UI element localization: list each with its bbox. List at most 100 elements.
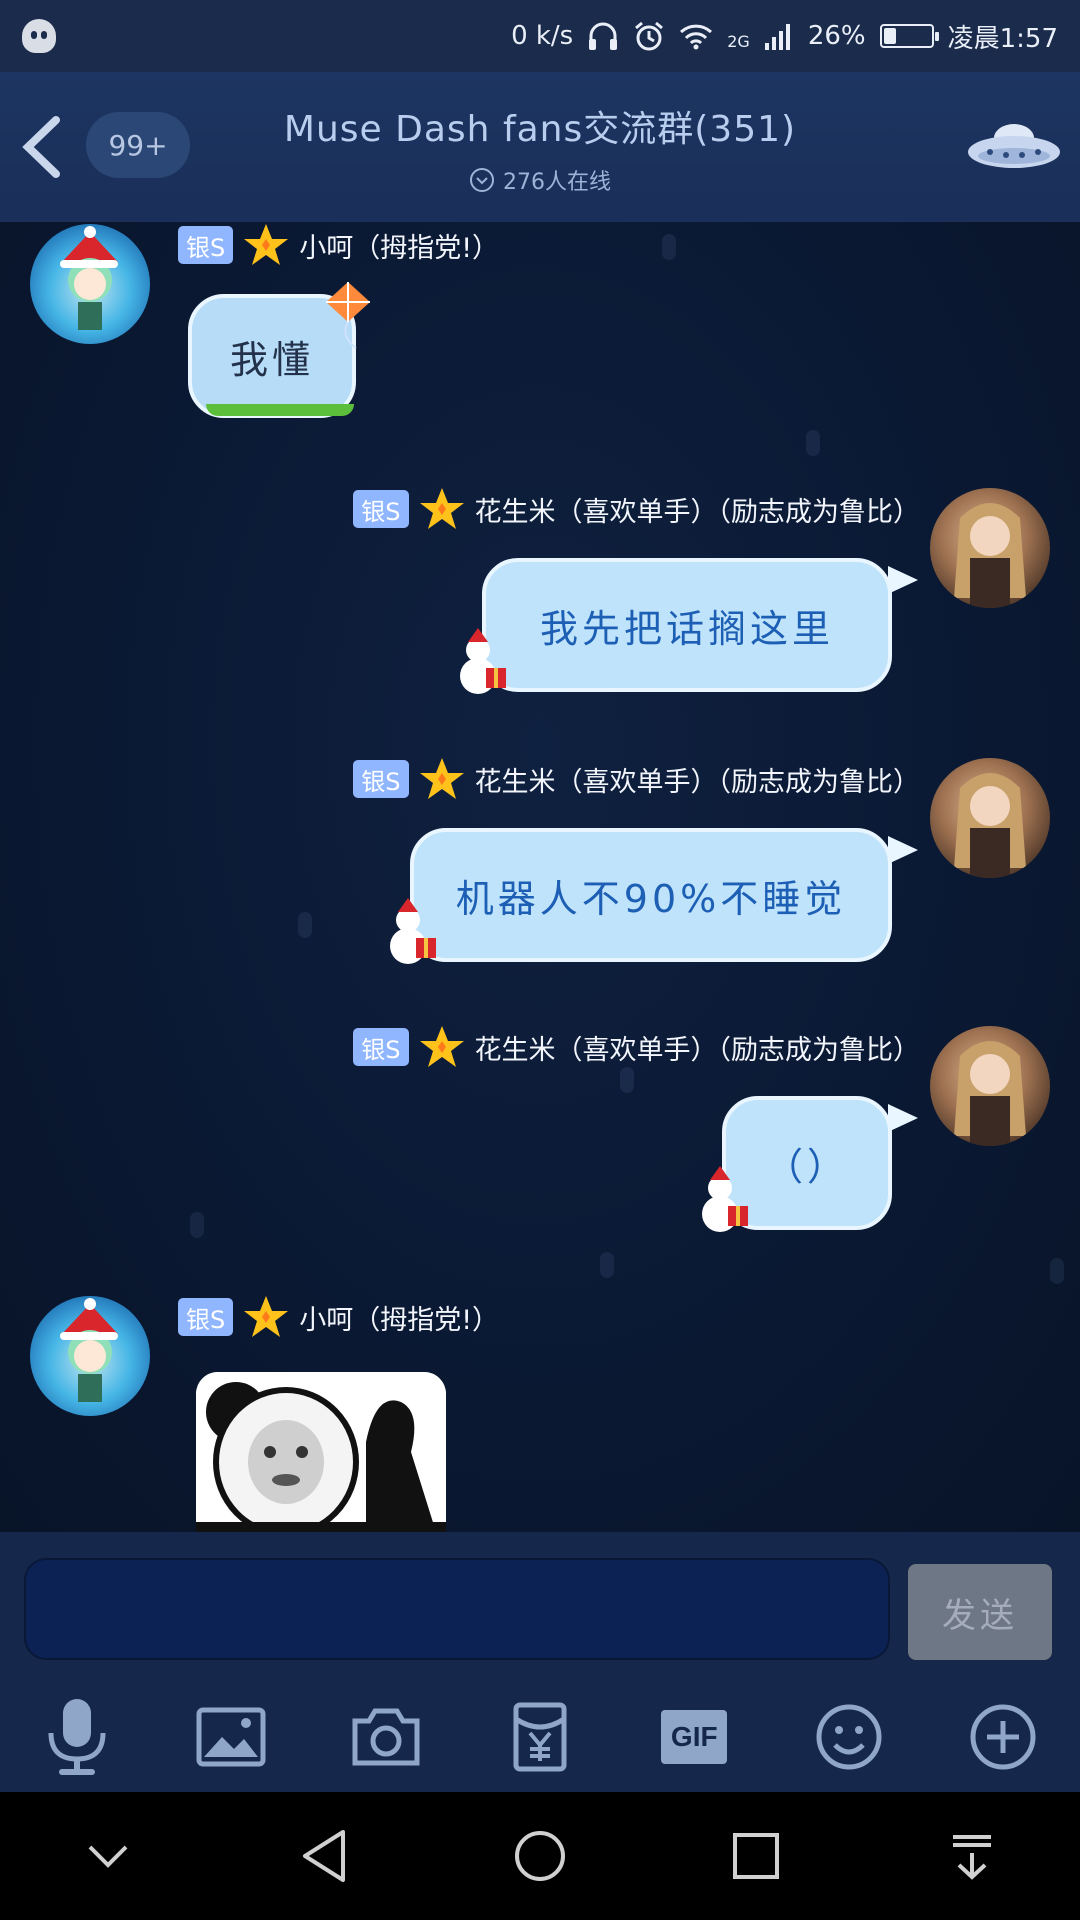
signal-icon	[764, 21, 794, 51]
back-nav-button[interactable]	[284, 1816, 364, 1896]
avatar-character-icon	[954, 1041, 1026, 1146]
battery-icon	[879, 24, 939, 48]
sender-avatar[interactable]	[930, 1026, 1050, 1146]
star-level-icon	[419, 488, 464, 529]
sender-name[interactable]: 花生米（喜欢单手）（励志成为鲁比）	[475, 490, 921, 529]
message-input[interactable]	[24, 1558, 890, 1660]
sender-name[interactable]: 小呵（拇指党!）	[299, 226, 499, 265]
avatar-character-icon	[60, 226, 118, 330]
rank-badge: 银S	[353, 760, 409, 798]
bg-decoration	[600, 1252, 614, 1278]
online-count: 276人在线	[503, 170, 611, 195]
group-menu-button[interactable]	[966, 112, 1062, 182]
mic-icon	[48, 1699, 106, 1775]
net-speed: 0 k/s	[511, 21, 574, 51]
gif-button[interactable]: GIF	[654, 1697, 734, 1777]
sender-avatar[interactable]	[30, 1296, 150, 1416]
sender-name-row: 银S 小呵（拇指党!）	[178, 1294, 499, 1340]
sender-name-row: 银S 花生米（喜欢单手）（励志成为鲁比）	[353, 756, 920, 802]
rank-badge: 银S	[353, 1028, 409, 1066]
chevron-down-icon	[88, 1845, 128, 1868]
rank-badge: 银S	[353, 490, 409, 528]
hide-nav-button[interactable]	[68, 1816, 148, 1896]
snowman-icon	[702, 1166, 748, 1232]
bubble-tail	[888, 1104, 918, 1132]
wifi-icon	[679, 22, 713, 50]
clock: 凌晨1:57	[947, 23, 1058, 54]
sender-name[interactable]: 小呵（拇指党!）	[299, 1298, 499, 1337]
bubble-tail	[888, 566, 918, 594]
snowman-icon	[390, 898, 436, 964]
star-level-icon	[419, 758, 464, 799]
ufo-icon	[968, 124, 1060, 168]
home-nav-button[interactable]	[500, 1816, 580, 1896]
message-text: 我先把话搁这里	[539, 606, 834, 651]
pull-down-icon	[953, 1835, 991, 1880]
send-button[interactable]: 发送	[908, 1564, 1052, 1660]
bg-decoration	[1050, 1258, 1064, 1284]
image-icon	[196, 1707, 266, 1767]
bg-decoration	[620, 1067, 634, 1093]
composer-toolbar: GIF	[0, 1682, 1080, 1792]
composer: 发送 GIF	[0, 1532, 1080, 1792]
avatar-character-icon	[60, 1298, 118, 1402]
sender-avatar[interactable]	[930, 758, 1050, 878]
battery-percent: 26%	[807, 21, 866, 51]
message-bubble[interactable]: 我先把话搁这里	[482, 558, 892, 692]
emoji-icon	[816, 1704, 882, 1770]
red-packet-button[interactable]	[500, 1697, 580, 1777]
image-message[interactable]	[196, 1372, 446, 1532]
sender-name-row: 银S 花生米（喜欢单手）（励志成为鲁比）	[353, 1024, 920, 1070]
sender-name-row: 银S 花生米（喜欢单手）（励志成为鲁比）	[353, 486, 920, 532]
more-button[interactable]	[963, 1697, 1043, 1777]
message-bubble[interactable]: 机器人不90%不睡觉	[410, 828, 892, 962]
bg-decoration	[806, 430, 820, 456]
bg-decoration	[190, 1212, 204, 1238]
triangle-back-icon	[303, 1830, 345, 1882]
sender-avatar[interactable]	[930, 488, 1050, 608]
camera-button[interactable]	[346, 1697, 426, 1777]
avatar-character-icon	[954, 773, 1026, 878]
camera-icon	[352, 1708, 420, 1766]
network-type: 2G	[727, 31, 750, 51]
status-icons: 0 k/s 2G 26% 凌晨1:57	[511, 18, 1058, 55]
rank-badge: 银S	[178, 226, 234, 264]
sender-name[interactable]: 花生米（喜欢单手）（励志成为鲁比）	[475, 1028, 921, 1067]
star-level-icon	[244, 1296, 289, 1337]
kite-icon	[326, 282, 370, 349]
notification-pull-button[interactable]	[932, 1816, 1012, 1896]
message-text: 机器人不90%不睡觉	[455, 876, 847, 921]
circle-home-icon	[515, 1831, 565, 1881]
red-packet-icon	[513, 1702, 567, 1772]
message-text: （）	[764, 1144, 849, 1189]
sender-name[interactable]: 花生米（喜欢单手）（励志成为鲁比）	[475, 760, 921, 799]
gif-label: GIF	[670, 1721, 718, 1752]
status-bar: 0 k/s 2G 26% 凌晨1:57	[0, 0, 1080, 72]
panda-meme-image	[196, 1372, 446, 1532]
system-nav-bar	[0, 1792, 1080, 1920]
gif-icon: GIF	[661, 1710, 728, 1764]
plus-icon	[970, 1704, 1036, 1770]
emoji-button[interactable]	[809, 1697, 889, 1777]
bg-decoration	[298, 912, 312, 938]
online-status[interactable]: 276人在线	[0, 164, 1080, 196]
square-recents-icon	[733, 1833, 779, 1879]
alarm-icon	[633, 20, 665, 52]
message-text: 我懂	[229, 337, 314, 382]
recents-nav-button[interactable]	[716, 1816, 796, 1896]
group-title[interactable]: Muse Dash fans交流群(351)	[0, 100, 1080, 152]
photo-button[interactable]	[191, 1697, 271, 1777]
snowman-icon	[460, 628, 506, 694]
bubble-tail	[888, 836, 918, 864]
star-level-icon	[419, 1026, 464, 1067]
bg-decoration	[662, 234, 676, 260]
star-level-icon	[244, 224, 289, 265]
voice-button[interactable]	[37, 1697, 117, 1777]
rank-badge: 银S	[178, 1298, 234, 1336]
sender-name-row: 银S 小呵（拇指党!）	[178, 222, 499, 268]
chat-header: 99+ Muse Dash fans交流群(351) 276人在线	[0, 72, 1080, 222]
chevron-down-circle-icon	[470, 168, 494, 192]
sender-avatar[interactable]	[30, 224, 150, 344]
message-list[interactable]: 银S 小呵（拇指党!） 我懂 银S 花生米（喜欢单手）（励志成为鲁比） 我先把话…	[0, 222, 1080, 1532]
avatar-character-icon	[954, 503, 1026, 608]
